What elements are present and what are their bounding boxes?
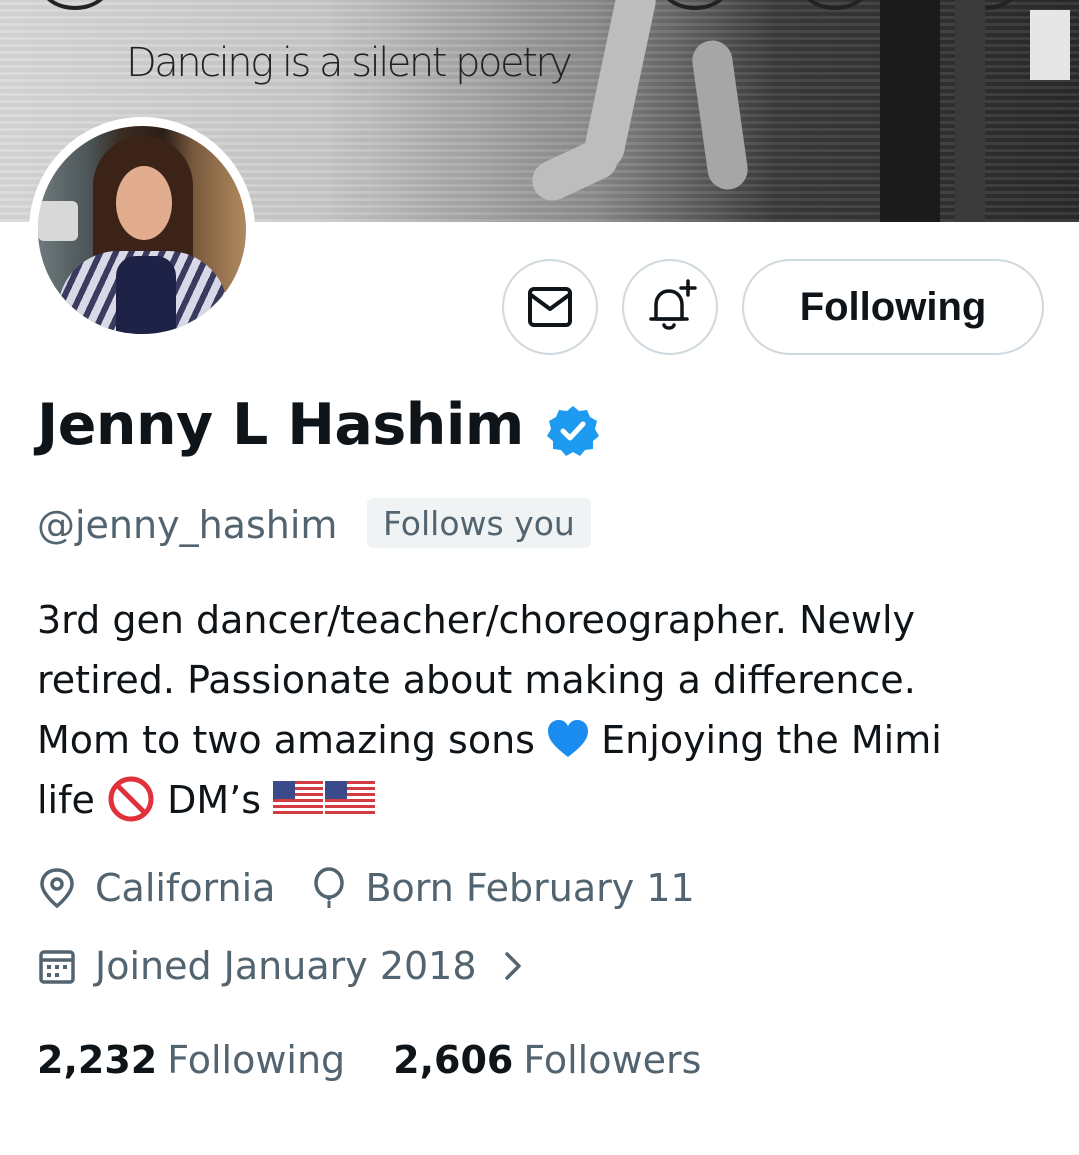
birthday-text: Born February 11 xyxy=(365,866,695,910)
followers-stat-link[interactable]: 2,606 Followers xyxy=(393,1038,701,1082)
banner-pillar xyxy=(1030,10,1070,80)
us-flag-icon xyxy=(273,781,324,817)
profile-meta-row: California Born February 11 xyxy=(37,866,731,910)
notify-button[interactable] xyxy=(622,259,718,355)
banner-pillar xyxy=(955,0,985,222)
us-flag-icon xyxy=(325,781,376,817)
display-name: Jenny L Hashim xyxy=(37,392,524,458)
joined-text: Joined January 2018 xyxy=(95,944,477,988)
mail-icon xyxy=(528,287,572,327)
banner-pillar xyxy=(880,0,940,222)
bio-line: life DM’s xyxy=(37,770,1047,830)
followers-count: 2,606 xyxy=(393,1038,514,1082)
joined-row[interactable]: Joined January 2018 xyxy=(37,944,577,988)
bell-plus-icon xyxy=(649,279,697,330)
verified-badge-icon xyxy=(547,406,599,456)
avatar[interactable] xyxy=(38,126,246,334)
followers-label: Followers xyxy=(523,1038,702,1082)
avatar-top xyxy=(116,256,176,334)
avatar-face xyxy=(116,166,172,240)
following-stat-link[interactable]: 2,232 Following xyxy=(37,1038,345,1082)
bio-text: Enjoying the Mimi xyxy=(601,718,942,762)
bio: 3rd gen dancer/teacher/choreographer. Ne… xyxy=(37,590,1047,830)
bio-line: retired. Passionate about making a diffe… xyxy=(37,658,916,702)
location-text: California xyxy=(95,866,276,910)
following-count: 2,232 xyxy=(37,1038,158,1082)
avatar-background-car xyxy=(38,201,78,241)
message-button[interactable] xyxy=(502,259,598,355)
follows-you-badge: Follows you xyxy=(367,498,591,548)
following-label: Following xyxy=(167,1038,346,1082)
joined-item[interactable]: Joined January 2018 xyxy=(37,944,541,988)
no-entry-icon xyxy=(108,776,154,822)
bio-line: 3rd gen dancer/teacher/choreographer. Ne… xyxy=(37,598,916,642)
location-item: California xyxy=(37,866,275,910)
balloon-icon xyxy=(314,867,345,908)
bio-text: Mom to two amazing sons xyxy=(37,718,535,762)
blue-heart-icon xyxy=(548,720,589,757)
birthday-item: Born February 11 xyxy=(311,866,695,910)
follow-stats: 2,232 Following 2,606 Followers xyxy=(37,1038,749,1082)
following-button[interactable]: Following xyxy=(742,259,1044,355)
location-pin-icon xyxy=(40,868,74,909)
chevron-right-icon xyxy=(504,952,521,980)
bio-line: Mom to two amazing sons Enjoying the Mim… xyxy=(37,710,1047,770)
banner-caption: Dancing is a silent poetry xyxy=(126,40,573,86)
user-handle: @jenny_hashim xyxy=(37,503,338,547)
bio-text: DM’s xyxy=(167,778,261,822)
bio-text: life xyxy=(37,778,95,822)
calendar-icon xyxy=(39,950,75,984)
